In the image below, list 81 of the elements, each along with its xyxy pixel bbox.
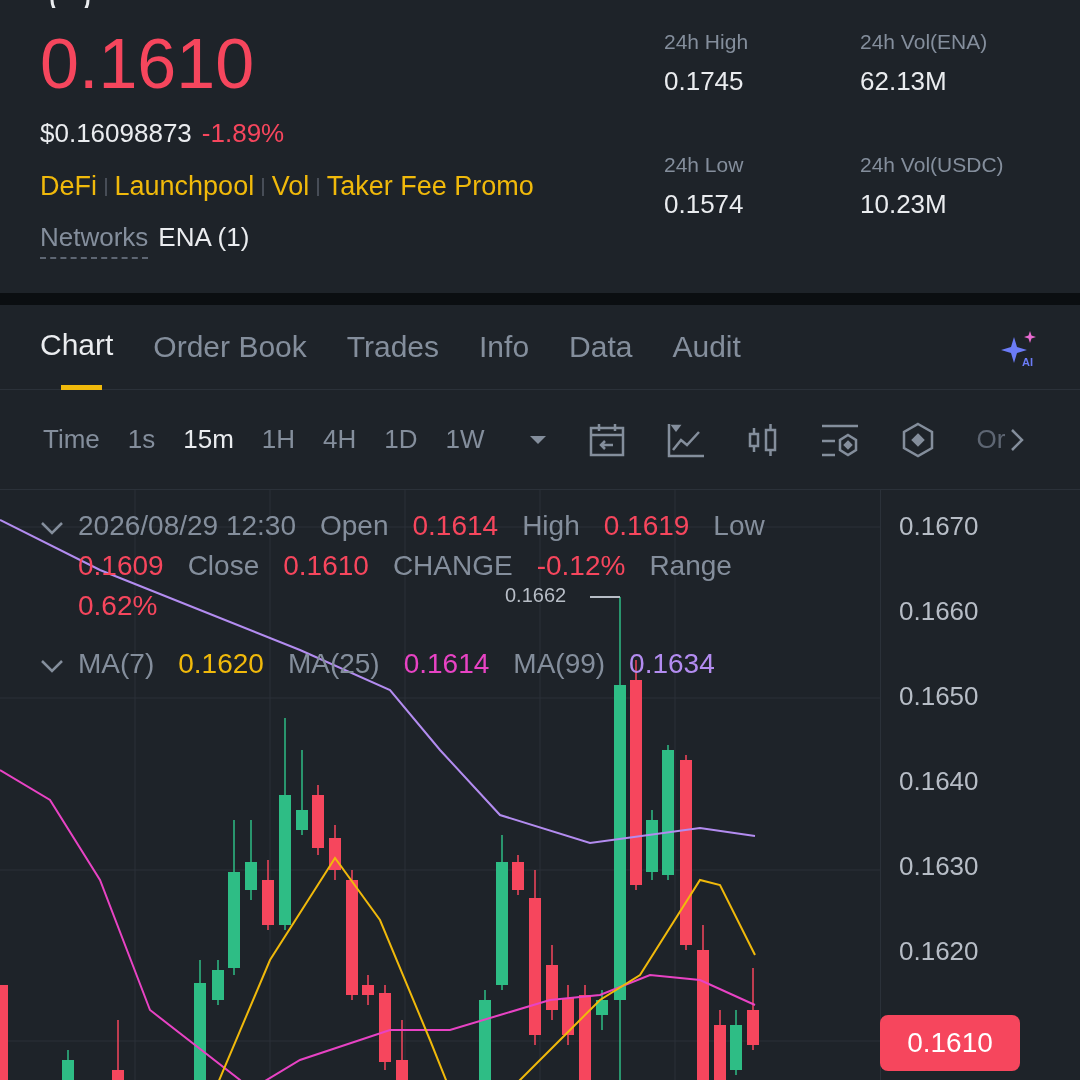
- ohlc-label: 2026/08/29 12:30: [78, 510, 296, 542]
- tag-link[interactable]: Vol: [271, 171, 310, 202]
- price-change: -1.89%: [201, 118, 285, 149]
- tab[interactable]: Info: [479, 304, 530, 390]
- ma-label: MA(7): [78, 648, 155, 680]
- ma-value: 0.1620: [178, 648, 264, 680]
- interval-button[interactable]: Time: [43, 424, 100, 455]
- stat-label: 24h High: [664, 30, 750, 54]
- indicator-settings-icon[interactable]: [820, 422, 859, 457]
- dropdown-caret-icon[interactable]: [528, 434, 547, 445]
- tab[interactable]: Trades: [346, 304, 440, 390]
- candle: [730, 1009, 742, 1076]
- networks-label[interactable]: Networks: [40, 222, 149, 259]
- candle: [212, 959, 224, 1006]
- candle: [562, 984, 574, 1046]
- ohlc-label: High: [522, 510, 580, 542]
- tag-link[interactable]: Taker Fee Promo: [326, 171, 534, 202]
- usd-price: $0.16098873: [40, 118, 192, 149]
- interval-button[interactable]: 1D: [384, 424, 418, 455]
- ohlc-value: 0.1619: [603, 510, 690, 542]
- candle: [714, 1009, 726, 1080]
- network-value: ENA (1): [158, 222, 250, 254]
- ohlc-label: Open: [320, 510, 389, 542]
- tab[interactable]: Order Book: [153, 304, 307, 390]
- stat-value: 0.1745: [664, 66, 745, 97]
- chevron-right-icon[interactable]: [1009, 427, 1024, 452]
- ohlc-value: -0.12%: [536, 550, 626, 582]
- more-tools-label[interactable]: Or: [976, 424, 1006, 455]
- candle: [512, 854, 524, 896]
- ohlc-label: CHANGE: [392, 550, 513, 582]
- ma-value: 0.1614: [403, 648, 490, 680]
- ohlc-value: 0.1614: [412, 510, 499, 542]
- candle: [62, 1049, 74, 1080]
- ohlc-value: 0.62%: [78, 590, 158, 622]
- interval-button[interactable]: 4H: [323, 424, 357, 455]
- last-price: 0.1610: [40, 24, 256, 104]
- candle: [362, 974, 374, 1006]
- tab[interactable]: Data: [569, 304, 633, 390]
- price-axis-label: 0.1650: [899, 680, 980, 712]
- tab[interactable]: Chart: [40, 304, 114, 390]
- interval-button[interactable]: 1W: [445, 424, 485, 455]
- last-price-tag: 0.1610: [880, 1015, 1020, 1071]
- stat-value: 10.23M: [860, 188, 948, 220]
- stat-label: 24h Vol(USDC): [860, 152, 1005, 177]
- interval-button[interactable]: 15m: [183, 424, 234, 455]
- stat-value: 62.13M: [860, 66, 948, 97]
- line-chart-icon[interactable]: [666, 421, 705, 458]
- price-axis-label: 0.1620: [899, 935, 980, 967]
- price-axis-label: 0.1660: [899, 595, 980, 627]
- candle: [396, 1019, 408, 1080]
- candle: [329, 824, 341, 881]
- candle: [596, 989, 608, 1031]
- tag-link[interactable]: Launchpool: [114, 171, 255, 202]
- interval-button[interactable]: 1s: [127, 424, 156, 455]
- price-axis-label: 0.1630: [899, 850, 980, 882]
- price-axis-label: 0.1640: [899, 765, 980, 797]
- hexagon-icon[interactable]: [900, 421, 935, 458]
- price-axis-label: 0.1670: [899, 510, 980, 542]
- candle: [646, 809, 658, 881]
- candle: [262, 859, 274, 931]
- tag-link[interactable]: DeFi: [40, 171, 97, 202]
- stat-value: 0.1574: [664, 188, 745, 220]
- ohlc-label: Close: [187, 550, 260, 582]
- stat-label: 24h Vol(ENA): [860, 30, 989, 54]
- high-marker-line: [589, 596, 621, 598]
- interval-button[interactable]: 1H: [261, 424, 296, 455]
- candlestick-icon[interactable]: [746, 422, 779, 457]
- ohlc-label: Range: [649, 550, 732, 582]
- calendar-icon[interactable]: [588, 422, 625, 457]
- high-price-marker: 0.1662: [505, 584, 567, 607]
- candle: [112, 1019, 124, 1080]
- ohlc-value: 0.1610: [283, 550, 369, 582]
- ma-value: 0.1634: [629, 648, 715, 680]
- chevron-down-icon[interactable]: [40, 659, 64, 673]
- stat-label: 24h Low: [664, 152, 745, 177]
- ohlc-label: Low: [713, 510, 765, 542]
- ma-label: MA(99): [513, 648, 606, 680]
- tab[interactable]: Audit: [672, 304, 741, 390]
- chevron-down-icon[interactable]: [40, 521, 64, 535]
- coin-icon: [50, 0, 90, 8]
- candle: [312, 784, 324, 856]
